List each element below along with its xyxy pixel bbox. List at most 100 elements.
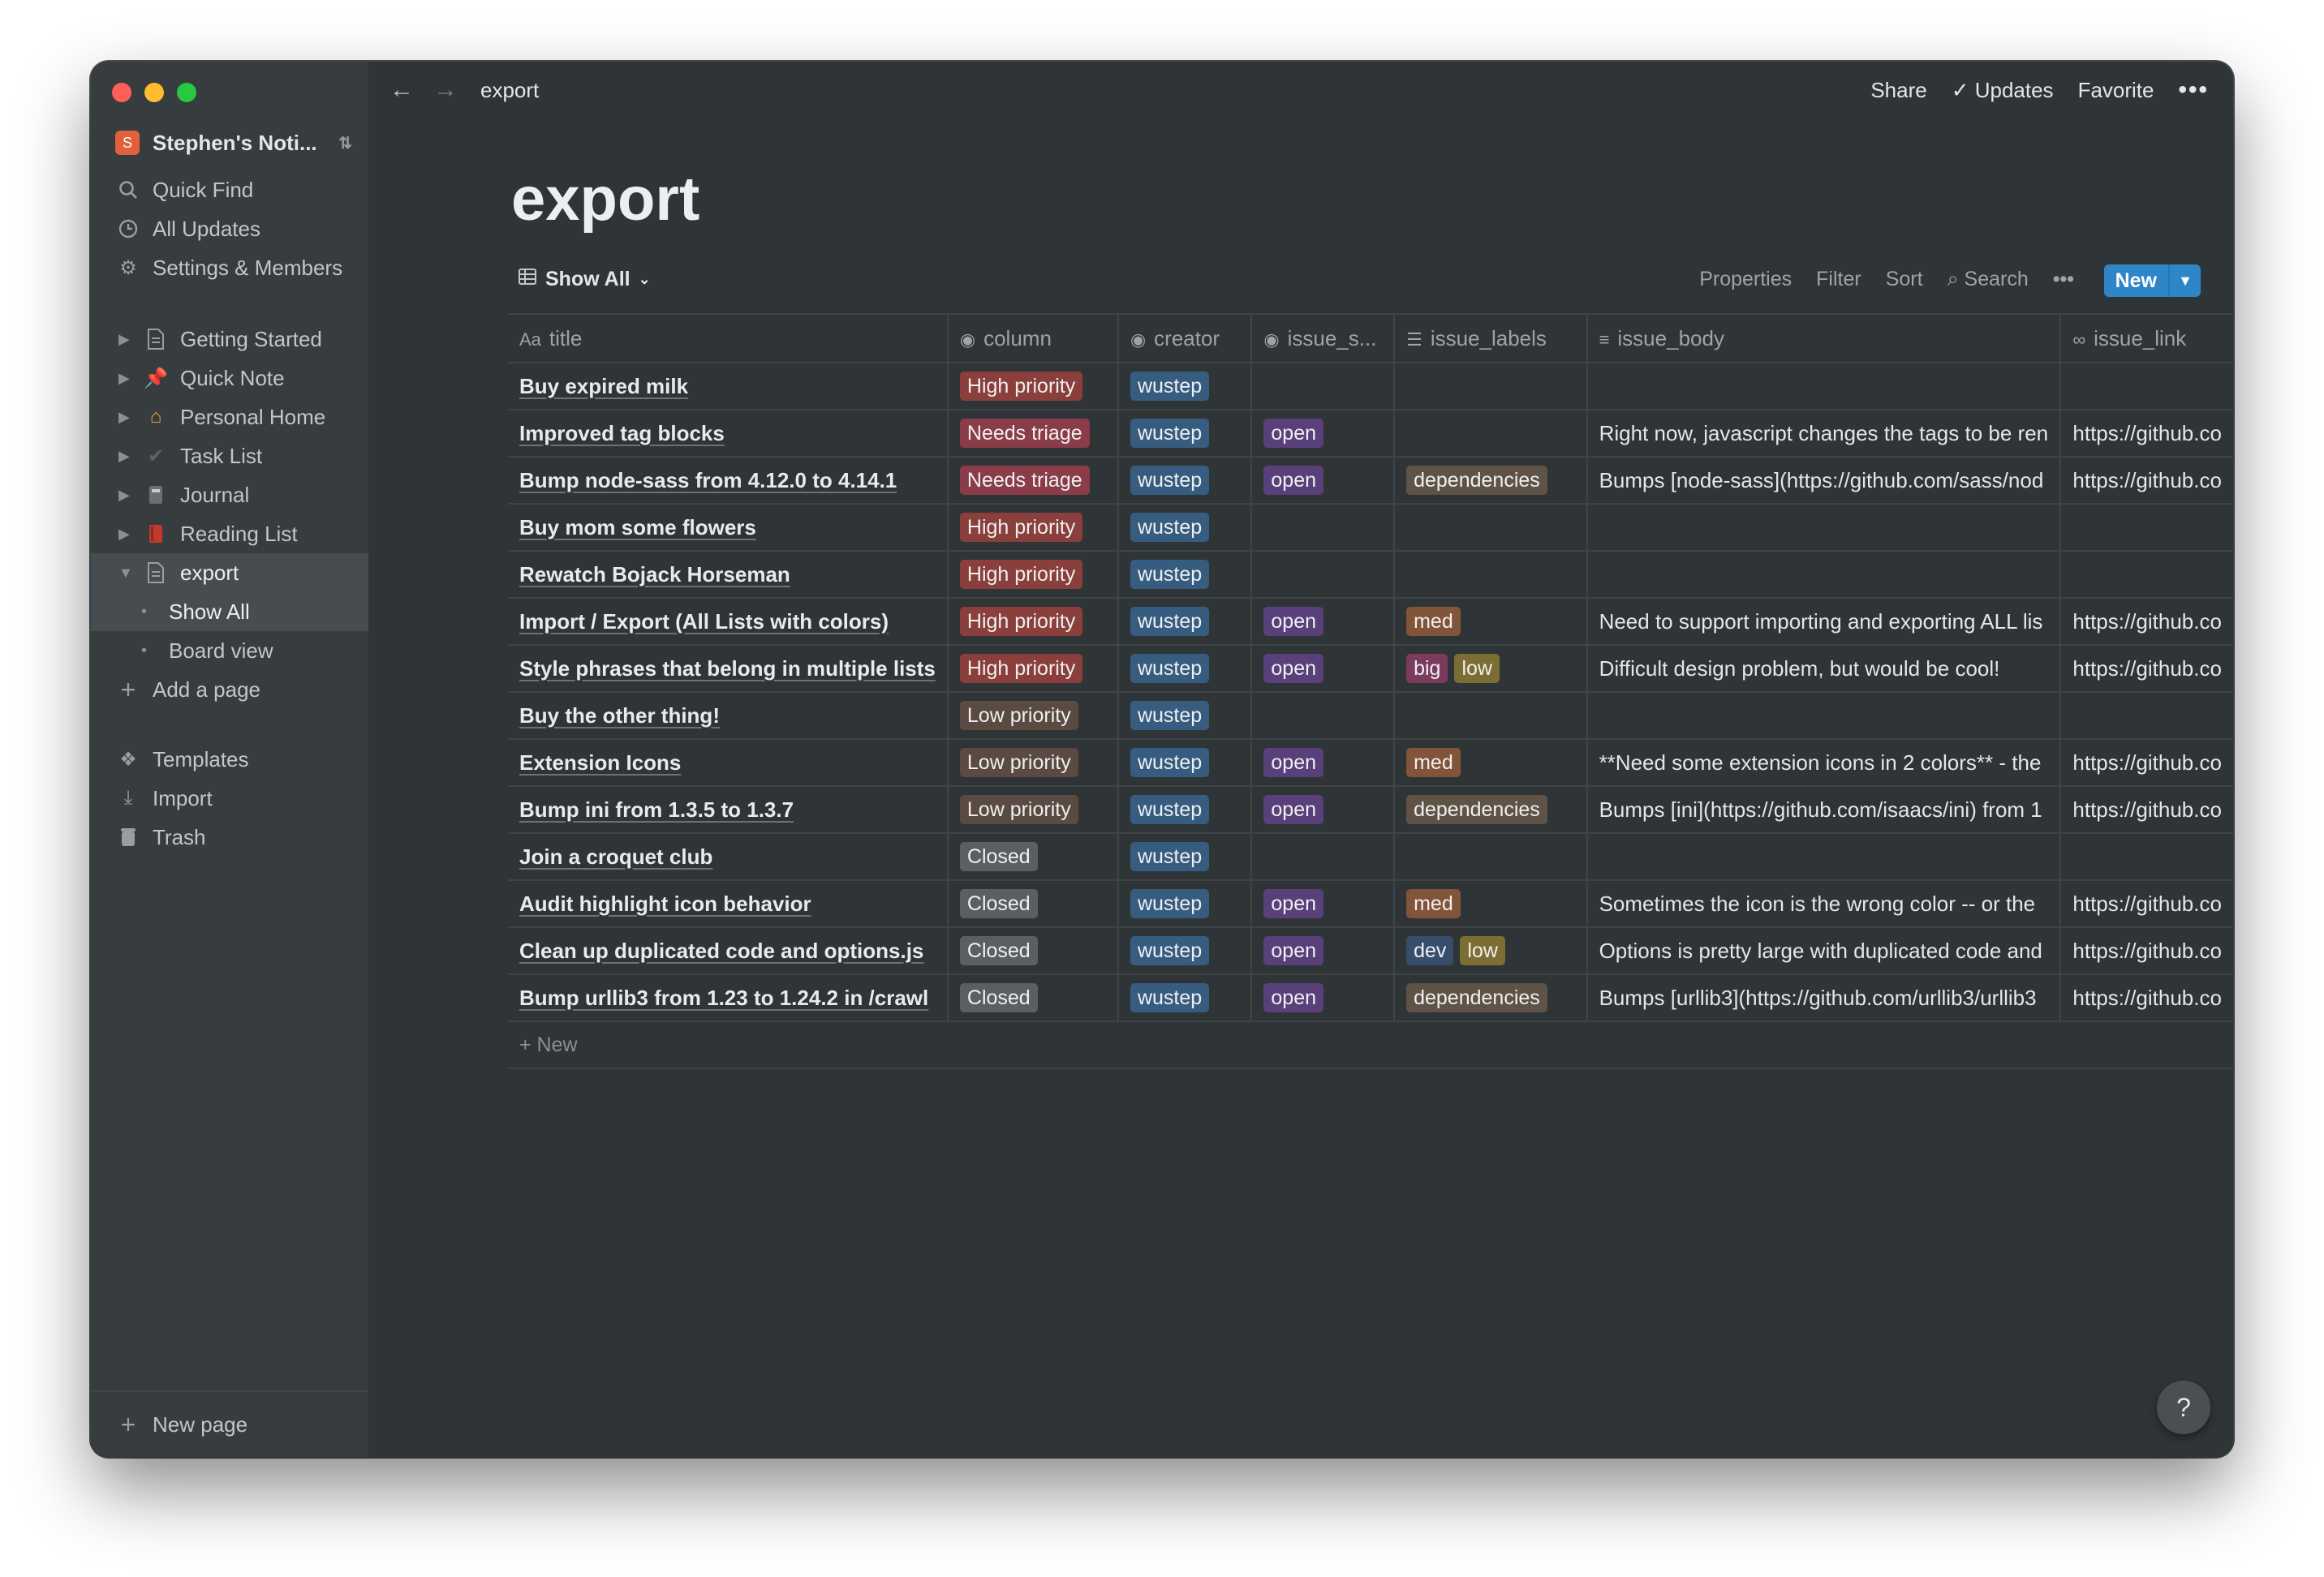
sidebar-item-settings[interactable]: ⚙ Settings & Members bbox=[91, 248, 368, 287]
cell-creator[interactable]: wustep bbox=[1117, 645, 1253, 693]
table-row[interactable]: Audit highlight icon behavior Closed wuste… bbox=[508, 880, 2233, 928]
cell-creator[interactable]: wustep bbox=[1117, 739, 1253, 787]
column-header-creator[interactable]: ◉ creator bbox=[1117, 313, 1253, 363]
cell-title[interactable]: Bump node-sass from 4.12.0 to 4.14.1 bbox=[508, 457, 949, 505]
issue-link-text[interactable]: https://github.co bbox=[2072, 986, 2222, 1010]
filter-button[interactable]: Filter bbox=[1816, 268, 1861, 291]
cell-issue-labels[interactable] bbox=[1394, 833, 1588, 881]
table-row[interactable]: Style phrases that belong in multiple li… bbox=[508, 645, 2233, 693]
chevron-down-icon[interactable]: ▼ bbox=[2168, 264, 2201, 297]
cell-issue-labels[interactable]: big low bbox=[1394, 645, 1588, 693]
cell-creator[interactable]: wustep bbox=[1117, 974, 1253, 1022]
row-title-link[interactable]: Buy expired milk bbox=[519, 374, 688, 398]
column-header-title[interactable]: Aa title bbox=[508, 313, 949, 363]
row-title-link[interactable]: Improved tag blocks bbox=[519, 421, 725, 445]
zoom-window-button[interactable] bbox=[177, 83, 196, 102]
table-row[interactable]: Bump ini from 1.3.5 to 1.3.7 Low priority… bbox=[508, 786, 2233, 834]
sidebar-item-getting-started[interactable]: ▶ Getting Started bbox=[91, 320, 368, 359]
row-title-link[interactable]: Rewatch Bojack Horseman bbox=[519, 562, 790, 587]
view-selector[interactable]: Show All ⌄ bbox=[518, 268, 651, 291]
issue-link-text[interactable]: https://github.co bbox=[2072, 797, 2222, 822]
table-row[interactable]: Buy the other thing! Low priority wustep bbox=[508, 692, 2233, 740]
cell-issue-state[interactable]: open bbox=[1251, 410, 1396, 458]
cell-issue-labels[interactable]: dev low bbox=[1394, 927, 1588, 975]
sidebar-item-quick-note[interactable]: ▶ 📌 Quick Note bbox=[91, 359, 368, 397]
sidebar-item-journal[interactable]: ▶ Journal bbox=[91, 475, 368, 514]
sidebar-item-quick-find[interactable]: Quick Find bbox=[91, 170, 368, 209]
properties-button[interactable]: Properties bbox=[1699, 268, 1792, 291]
table-row[interactable]: Import / Export (All Lists with colors) H… bbox=[508, 598, 2233, 646]
cell-issue-body[interactable]: Need to support importing and exporting … bbox=[1586, 598, 2062, 646]
sidebar-item-reading-list[interactable]: ▶ Reading List bbox=[91, 514, 368, 553]
cell-issue-body[interactable] bbox=[1586, 833, 2062, 881]
table-row[interactable]: Buy mom some flowers High priority wustep bbox=[508, 504, 2233, 552]
issue-link-text[interactable]: https://github.co bbox=[2072, 656, 2222, 681]
cell-title[interactable]: Buy the other thing! bbox=[508, 692, 949, 740]
issue-link-text[interactable]: https://github.co bbox=[2072, 468, 2222, 492]
table-row[interactable]: Bump node-sass from 4.12.0 to 4.14.1 Need… bbox=[508, 457, 2233, 505]
page-title[interactable]: export bbox=[511, 164, 699, 234]
cell-issue-body[interactable]: Options is pretty large with duplicated … bbox=[1586, 927, 2062, 975]
row-title-link[interactable]: Buy mom some flowers bbox=[519, 515, 756, 539]
breadcrumb[interactable]: export bbox=[480, 78, 539, 103]
cell-column[interactable]: Closed bbox=[947, 974, 1119, 1022]
cell-issue-body[interactable]: **Need some extension icons in 2 colors*… bbox=[1586, 739, 2062, 787]
close-window-button[interactable] bbox=[112, 83, 131, 102]
cell-column[interactable]: Low priority bbox=[947, 786, 1119, 834]
row-title-link[interactable]: Clean up duplicated code and options.js bbox=[519, 939, 923, 963]
cell-issue-state[interactable]: open bbox=[1251, 974, 1396, 1022]
cell-issue-link[interactable]: https://github.co bbox=[2060, 927, 2233, 975]
more-options-icon[interactable]: ••• bbox=[2178, 76, 2209, 104]
sidebar-item-show-all[interactable]: • Show All bbox=[91, 592, 368, 631]
cell-creator[interactable]: wustep bbox=[1117, 363, 1253, 410]
cell-issue-link[interactable]: https://github.co bbox=[2060, 739, 2233, 787]
cell-column[interactable]: Needs triage bbox=[947, 410, 1119, 458]
cell-column[interactable]: Closed bbox=[947, 833, 1119, 881]
sort-button[interactable]: Sort bbox=[1886, 268, 1923, 291]
sidebar-item-personal-home[interactable]: ▶ ⌂ Personal Home bbox=[91, 397, 368, 436]
cell-title[interactable]: Import / Export (All Lists with colors) bbox=[508, 598, 949, 646]
cell-issue-link[interactable]: https://github.co bbox=[2060, 786, 2233, 834]
share-button[interactable]: Share bbox=[1870, 78, 1926, 103]
cell-creator[interactable]: wustep bbox=[1117, 457, 1253, 505]
cell-issue-labels[interactable]: dependencies bbox=[1394, 786, 1588, 834]
cell-title[interactable]: Buy expired milk bbox=[508, 363, 949, 410]
cell-issue-link[interactable] bbox=[2060, 551, 2233, 599]
expand-triangle-icon[interactable]: ▶ bbox=[118, 526, 131, 543]
cell-issue-labels[interactable] bbox=[1394, 692, 1588, 740]
sidebar-item-export[interactable]: ▼ export bbox=[91, 553, 368, 592]
expand-triangle-icon[interactable]: ▶ bbox=[118, 409, 131, 426]
cell-column[interactable]: High priority bbox=[947, 363, 1119, 410]
table-row[interactable]: Extension Icons Low priority wustep open med… bbox=[508, 739, 2233, 787]
cell-creator[interactable]: wustep bbox=[1117, 551, 1253, 599]
row-title-link[interactable]: Bump node-sass from 4.12.0 to 4.14.1 bbox=[519, 468, 897, 492]
cell-creator[interactable]: wustep bbox=[1117, 786, 1253, 834]
cell-issue-link[interactable]: https://github.co bbox=[2060, 645, 2233, 693]
new-page-button[interactable]: + New page bbox=[91, 1405, 368, 1444]
cell-issue-state[interactable]: open bbox=[1251, 598, 1396, 646]
cell-issue-link[interactable]: https://github.co bbox=[2060, 410, 2233, 458]
new-record-button[interactable]: New ▼ bbox=[2103, 264, 2201, 297]
column-header-issue-labels[interactable]: ☰ issue_labels bbox=[1394, 313, 1588, 363]
issue-link-text[interactable]: https://github.co bbox=[2072, 609, 2222, 634]
cell-column[interactable]: Needs triage bbox=[947, 457, 1119, 505]
cell-column[interactable]: Closed bbox=[947, 880, 1119, 928]
table-row[interactable]: Buy expired milk High priority wustep bbox=[508, 363, 2233, 410]
cell-title[interactable]: Join a croquet club bbox=[508, 833, 949, 881]
cell-issue-body[interactable]: Right now, javascript changes the tags t… bbox=[1586, 410, 2062, 458]
cell-issue-link[interactable]: https://github.co bbox=[2060, 598, 2233, 646]
cell-issue-link[interactable] bbox=[2060, 363, 2233, 410]
cell-issue-body[interactable]: Bumps [ini](https://github.com/isaacs/in… bbox=[1586, 786, 2062, 834]
help-button[interactable]: ? bbox=[2157, 1381, 2210, 1434]
more-options-icon[interactable]: ••• bbox=[2053, 268, 2074, 291]
cell-creator[interactable]: wustep bbox=[1117, 598, 1253, 646]
cell-creator[interactable]: wustep bbox=[1117, 880, 1253, 928]
row-title-link[interactable]: Bump urllib3 from 1.23 to 1.24.2 in /cra… bbox=[519, 986, 928, 1010]
updates-button[interactable]: ✓ Updates bbox=[1952, 78, 2054, 103]
table-row[interactable]: Clean up duplicated code and options.js C… bbox=[508, 927, 2233, 975]
cell-issue-labels[interactable] bbox=[1394, 551, 1588, 599]
cell-title[interactable]: Bump ini from 1.3.5 to 1.3.7 bbox=[508, 786, 949, 834]
cell-issue-state[interactable] bbox=[1251, 833, 1396, 881]
cell-title[interactable]: Buy mom some flowers bbox=[508, 504, 949, 552]
new-row-button[interactable]: + New bbox=[508, 1021, 2233, 1069]
